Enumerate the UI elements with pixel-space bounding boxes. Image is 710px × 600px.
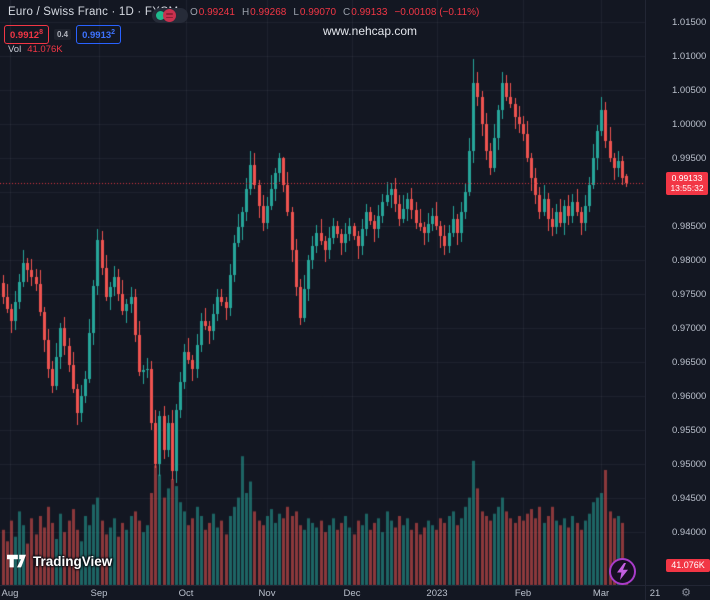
- header-status-pill[interactable]: [152, 8, 188, 23]
- time-axis-label: Mar: [592, 588, 610, 599]
- spread-value: 0.4: [53, 29, 72, 41]
- countdown-timer: 13:55:32: [670, 183, 704, 194]
- volume-value: 41.076K: [27, 44, 63, 55]
- price-axis-label: 1.00000: [672, 118, 707, 130]
- price-axis-label: 0.96000: [672, 390, 707, 402]
- price-axis-label: 1.01000: [672, 50, 707, 62]
- volume-readout: Vol 41.076K: [8, 44, 63, 55]
- time-axis-label: Dec: [343, 588, 361, 599]
- menu-pill-icon[interactable]: [163, 9, 176, 22]
- close-value: 0.99133: [351, 7, 388, 18]
- high-value: 0.99268: [250, 7, 287, 18]
- last-volume-badge: 41.076K: [666, 559, 710, 573]
- price-axis-label: 0.98000: [672, 254, 707, 266]
- high-label: H: [241, 7, 250, 18]
- open-value: 0.99241: [198, 7, 235, 18]
- tradingview-logo-text: TradingView: [33, 554, 113, 569]
- price-axis-label: 0.94000: [672, 526, 707, 538]
- change-value: −0.00108 (−0.11%): [394, 7, 480, 18]
- close-label: C: [343, 7, 351, 18]
- price-axis-label: 0.95000: [672, 458, 707, 470]
- price-axis-separator: [645, 0, 646, 600]
- time-axis-label: Feb: [514, 588, 532, 599]
- price-axis-label: 0.99500: [672, 152, 707, 164]
- buy-price: 0.9913: [82, 30, 112, 42]
- buy-button[interactable]: 0.99132: [76, 25, 122, 45]
- time-axis-label: Nov: [258, 588, 276, 599]
- sell-price: 0.9912: [10, 30, 40, 42]
- price-axis-label: 1.01500: [672, 16, 707, 28]
- sell-button[interactable]: 0.99128: [4, 25, 49, 45]
- time-axis-label: 21: [649, 588, 661, 599]
- tradingview-logo[interactable]: TradingView: [7, 554, 112, 569]
- price-axis-label: 0.97000: [672, 322, 707, 334]
- sell-price-pip: 8: [39, 29, 43, 36]
- last-price-value: 0.99133: [671, 172, 703, 183]
- volume-label: Vol: [8, 44, 22, 55]
- low-label: L: [293, 7, 299, 18]
- time-axis-label: Oct: [178, 588, 194, 599]
- price-axis-label: 0.95500: [672, 424, 707, 436]
- tradingview-chart-window: Euro / Swiss Franc · 1D · FXCM O 0.99241 …: [0, 0, 710, 600]
- bid-ask-row: 0.99128 0.4 0.99132: [4, 25, 122, 45]
- gear-icon[interactable]: ⚙: [678, 586, 694, 600]
- last-price-badge: 0.99133 13:55:32: [666, 171, 708, 195]
- price-chart-canvas[interactable]: [0, 0, 710, 600]
- tradingview-logo-icon: [7, 554, 26, 568]
- buy-price-pip: 2: [111, 29, 116, 36]
- lightning-button[interactable]: [609, 558, 636, 585]
- open-label: O: [190, 7, 198, 18]
- lightning-icon: [617, 563, 628, 580]
- price-axis-label: 0.98500: [672, 220, 707, 232]
- price-axis-label: 0.96500: [672, 356, 707, 368]
- time-axis-label: Sep: [90, 588, 108, 599]
- price-axis-label: 0.94500: [672, 492, 707, 504]
- time-axis-label: 2023: [426, 588, 448, 599]
- ohlc-readout: O 0.99241 H 0.99268 L 0.99070 C 0.99133 −0.0…: [190, 7, 479, 18]
- price-axis-label: 1.00500: [672, 84, 707, 96]
- watermark-text: www.nehcap.com: [322, 24, 418, 38]
- low-value: 0.99070: [299, 7, 337, 18]
- time-axis-label: Aug: [1, 588, 19, 599]
- time-axis-separator: [0, 585, 710, 586]
- price-axis-label: 0.97500: [672, 288, 707, 300]
